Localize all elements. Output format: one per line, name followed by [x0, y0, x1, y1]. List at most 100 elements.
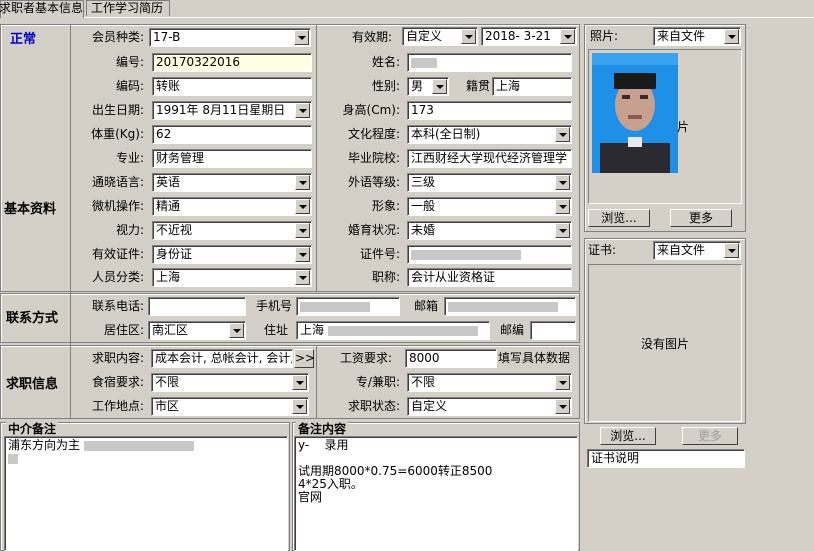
fulltime-select[interactable]: 不限 — [407, 373, 572, 392]
member-type-select[interactable]: 17-B — [149, 28, 311, 47]
blurred-text — [83, 440, 194, 451]
photo-label: 照片: — [590, 29, 619, 43]
zip-field[interactable] — [530, 321, 576, 340]
computer-label: 微机操作: — [91, 199, 144, 213]
blurred-text — [448, 301, 558, 312]
education-label: 文化程度: — [347, 127, 400, 141]
chevron-down-icon[interactable] — [295, 247, 310, 262]
phone-field[interactable] — [148, 297, 246, 316]
section-remark: 备注内容 — [296, 420, 349, 437]
status-text: 正常 — [10, 32, 37, 47]
cert-more-button: 更多 — [682, 427, 738, 445]
location-select[interactable]: 市区 — [151, 397, 309, 416]
board-select[interactable]: 不限 — [151, 373, 309, 392]
chevron-down-icon[interactable] — [292, 375, 307, 390]
chevron-down-icon[interactable] — [555, 375, 570, 390]
chevron-down-icon[interactable] — [292, 399, 307, 414]
chevron-down-icon[interactable] — [560, 29, 575, 44]
agency-note-textarea[interactable]: 浦东方向为主 — [4, 436, 288, 551]
marital-select[interactable]: 未婚 — [407, 221, 572, 240]
lang-level-label: 外语等级: — [347, 175, 400, 189]
height-field[interactable]: 173 — [407, 101, 572, 120]
id-type-select[interactable]: 身份证 — [152, 245, 312, 264]
chevron-down-icon[interactable] — [229, 323, 244, 338]
email-label: 邮箱 — [413, 299, 438, 313]
address-field[interactable]: 上海 — [296, 321, 490, 340]
column-divider — [316, 24, 317, 292]
photo-source-value: 来自文件 — [657, 29, 706, 43]
validity-date-picker[interactable]: 2018- 3-21 — [481, 27, 577, 46]
chevron-down-icon[interactable] — [295, 270, 310, 285]
cert-source-select[interactable]: 来自文件 — [653, 241, 741, 260]
birth-date-picker[interactable]: 1991年 8月11日星期日 — [152, 101, 312, 120]
mobile-field[interactable] — [296, 297, 400, 316]
cert-browse-button[interactable]: 浏览... — [600, 427, 656, 445]
address-label: 住址 — [263, 323, 288, 337]
cert-desc-field[interactable]: 证书说明 — [587, 449, 745, 468]
person-cat-select[interactable]: 上海 — [152, 268, 312, 287]
board-value: 不限 — [155, 375, 180, 389]
id-no-field[interactable] — [407, 245, 572, 264]
native-label: 籍贯 — [465, 79, 490, 93]
school-label: 毕业院校: — [347, 151, 400, 165]
person-cat-label: 人员分类: — [91, 270, 144, 284]
blurred-text — [8, 453, 18, 464]
job-content-field[interactable]: 成本会计, 总帐会计, 会计, — [151, 349, 293, 368]
validity-mode-value: 自定义 — [406, 29, 443, 43]
height-label: 身高(Cm): — [342, 103, 400, 117]
vision-select[interactable]: 不近视 — [152, 221, 312, 240]
chevron-down-icon[interactable] — [555, 127, 570, 142]
job-content-more-button[interactable]: >> — [294, 349, 315, 368]
chevron-down-icon[interactable] — [555, 175, 570, 190]
number-label: 编号: — [115, 55, 144, 69]
title-field[interactable]: 会计从业资格证 — [407, 268, 572, 287]
gender-select[interactable]: 男 — [407, 77, 449, 96]
education-select[interactable]: 本科(全日制) — [407, 125, 572, 144]
district-select[interactable]: 南汇区 — [148, 321, 246, 340]
salary-hint: 填写具体数据 — [498, 351, 571, 365]
photo-more-button[interactable]: 更多 — [670, 209, 732, 227]
weight-field[interactable]: 62 — [152, 125, 312, 144]
person-photo-icon — [592, 53, 678, 173]
mobile-label: 手机号 — [255, 299, 292, 313]
school-field[interactable]: 江西财经大学现代经济管理学 — [407, 149, 572, 168]
birth-label: 出生日期: — [91, 103, 144, 117]
salary-field[interactable]: 8000 — [405, 349, 497, 368]
number-field[interactable]: 20170322016 — [152, 53, 312, 72]
cert-image-frame: 没有图片 — [588, 264, 742, 422]
lang-level-value: 三级 — [411, 175, 436, 189]
chevron-down-icon[interactable] — [295, 175, 310, 190]
language-select[interactable]: 英语 — [152, 173, 312, 192]
vision-value: 不近视 — [156, 223, 193, 237]
chevron-down-icon[interactable] — [294, 30, 309, 45]
tab-work-history[interactable]: 工作学习简历 — [86, 0, 170, 16]
chevron-down-icon[interactable] — [461, 29, 476, 44]
chevron-down-icon[interactable] — [555, 223, 570, 238]
photo-browse-button[interactable]: 浏览... — [588, 209, 650, 227]
chevron-down-icon[interactable] — [432, 79, 447, 94]
validity-mode-select[interactable]: 自定义 — [402, 27, 478, 46]
lang-level-select[interactable]: 三级 — [407, 173, 572, 192]
chevron-down-icon[interactable] — [555, 199, 570, 214]
appearance-select[interactable]: 一般 — [407, 197, 572, 216]
major-field[interactable]: 财务管理 — [152, 149, 312, 168]
native-field[interactable]: 上海 — [492, 77, 572, 96]
chevron-down-icon[interactable] — [295, 199, 310, 214]
job-status-select[interactable]: 自定义 — [407, 397, 572, 416]
code-field[interactable]: 转账 — [152, 77, 312, 96]
computer-select[interactable]: 精通 — [152, 197, 312, 216]
remark-textarea[interactable]: y- 录用 试用期8000*0.75=6000转正8500 4*25入职。 官网 — [294, 436, 578, 551]
email-field[interactable] — [444, 297, 576, 316]
chevron-down-icon[interactable] — [724, 29, 739, 44]
name-field[interactable] — [407, 53, 572, 72]
chevron-down-icon[interactable] — [555, 399, 570, 414]
chevron-down-icon[interactable] — [295, 103, 310, 118]
photo-source-select[interactable]: 来自文件 — [653, 27, 741, 46]
blurred-text — [411, 249, 521, 260]
tab-basic-info[interactable]: 求职者基本信息 — [0, 0, 84, 18]
chevron-down-icon[interactable] — [724, 243, 739, 258]
person-cat-value: 上海 — [156, 270, 181, 284]
chevron-down-icon[interactable] — [295, 223, 310, 238]
job-status-value: 自定义 — [411, 399, 448, 413]
validity-label: 有效期: — [351, 30, 392, 44]
